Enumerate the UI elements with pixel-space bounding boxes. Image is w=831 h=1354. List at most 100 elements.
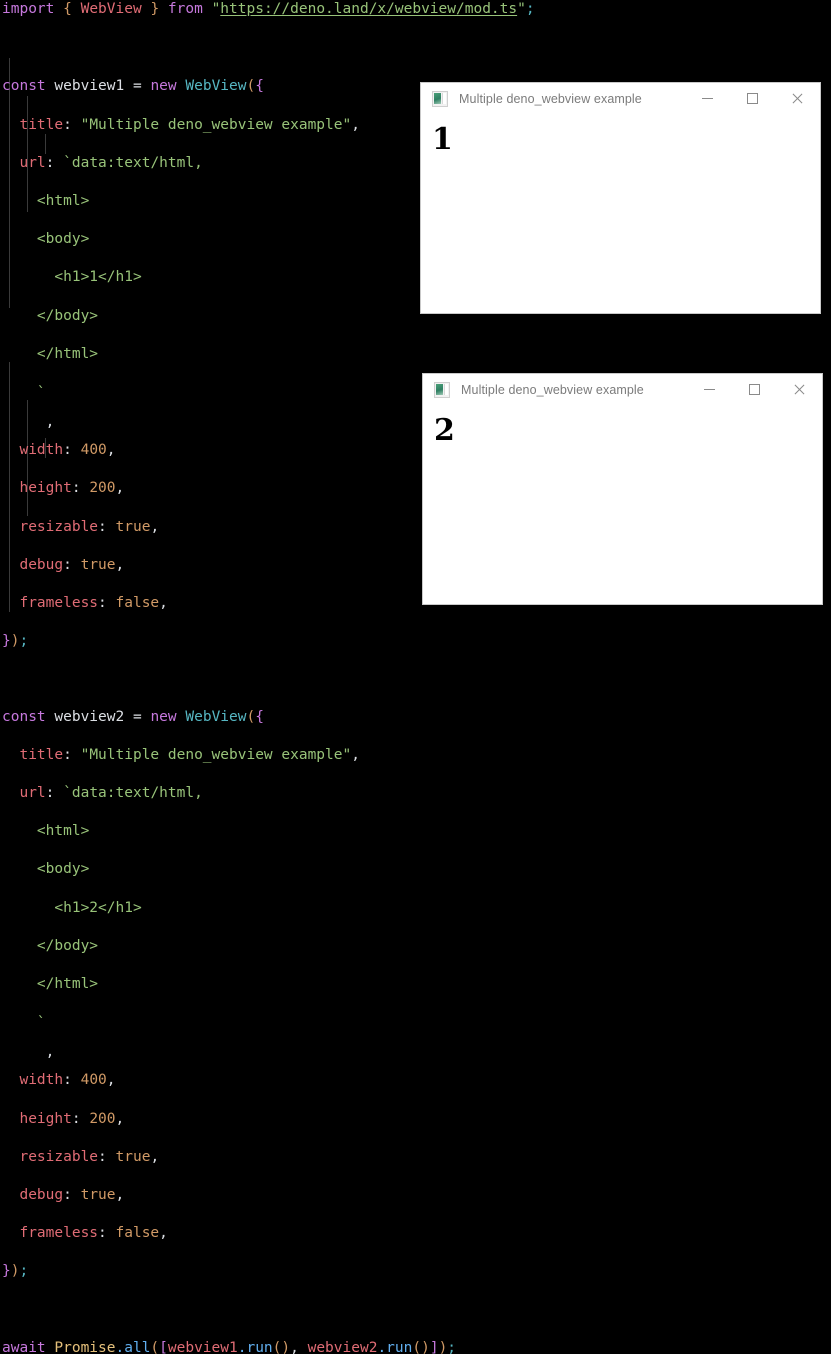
value-width: 400 (80, 442, 107, 459)
code-line-tick-comma-2: , (0, 1043, 831, 1062)
prop-url: url (19, 154, 46, 171)
colon: : (63, 556, 72, 573)
webview-window-2[interactable]: Multiple deno_webview example 2 (422, 373, 823, 605)
code-line-import: import { WebView } from "https://deno.la… (0, 0, 831, 19)
kw-await: await (2, 1339, 46, 1354)
close-button[interactable] (777, 374, 822, 405)
kw-from: from (167, 1, 203, 17)
comma: , (351, 746, 360, 763)
prop-debug: debug (19, 1187, 64, 1203)
comma: , (106, 442, 116, 459)
close-button[interactable] (775, 83, 820, 114)
template-literal-close: ` (36, 384, 46, 401)
body-tag-open: <body> (36, 231, 90, 248)
code-line-width-2: width: 400, (0, 1071, 831, 1090)
maximize-button[interactable] (732, 374, 777, 405)
prop-frameless: frameless (19, 595, 99, 611)
html-tag-open: <html> (36, 823, 90, 840)
comma: , (45, 414, 55, 431)
value-frameless: false (115, 1225, 160, 1242)
code-line-url-2: url: `data:text/html, (0, 784, 831, 803)
comma: , (159, 1225, 168, 1242)
window-titlebar[interactable]: Multiple deno_webview example (423, 374, 822, 405)
value-resizable: true (115, 518, 151, 535)
prop-width: width (19, 442, 64, 459)
comma: , (106, 1072, 116, 1089)
code-line-body-close-2: </body> (0, 937, 831, 956)
webview-content[interactable]: 1 (421, 114, 820, 313)
colon: : (45, 154, 55, 171)
maximize-icon (747, 93, 758, 104)
var-name-1: webview1 (54, 78, 125, 95)
comma: , (150, 1148, 160, 1165)
template-literal-open: `data:text/html, (63, 784, 203, 801)
quote-close: " (517, 1, 526, 17)
semicolon: ; (525, 1, 535, 17)
arg-separator: , (290, 1339, 308, 1354)
comma: , (115, 480, 125, 497)
colon: : (98, 1148, 107, 1165)
prop-height: height (19, 1110, 72, 1127)
content-heading: 1 (432, 122, 453, 157)
close-paren: ) (10, 1263, 20, 1280)
colon: : (45, 784, 55, 801)
value-width: 400 (80, 1072, 107, 1089)
obj-promise: Promise (54, 1339, 116, 1354)
minimize-icon (702, 98, 713, 99)
minimize-button[interactable] (687, 374, 732, 405)
run-parens: () (412, 1339, 430, 1354)
colon: : (63, 1072, 72, 1089)
webview-window-1[interactable]: Multiple deno_webview example 1 (420, 82, 821, 314)
class-webview: WebView (185, 78, 247, 95)
comma: , (115, 1110, 125, 1127)
value-title: "Multiple deno_webview example" (80, 116, 352, 133)
colon: : (63, 1187, 72, 1203)
semicolon: ; (19, 633, 29, 650)
comma: , (45, 1044, 55, 1061)
code-line-debug-2: debug: true, (0, 1186, 831, 1205)
code-line-height-2: height: 200, (0, 1110, 831, 1129)
body-tag-close: </body> (36, 937, 99, 954)
run-parens: () (272, 1339, 291, 1354)
prop-resizable: resizable (19, 1148, 99, 1165)
close-icon (791, 92, 804, 105)
method-all: .all (115, 1339, 151, 1354)
code-line-html-close-2: </html> (0, 975, 831, 994)
window-titlebar[interactable]: Multiple deno_webview example (421, 83, 820, 114)
imported-symbol: WebView (80, 1, 142, 17)
call-var-1: webview1 (167, 1339, 238, 1354)
window-title: Multiple deno_webview example (461, 382, 644, 397)
quote-open: " (211, 1, 221, 17)
kw-const: const (2, 78, 46, 95)
template-literal-close: ` (36, 1015, 46, 1032)
h1-element: <h1>1</h1> (54, 269, 142, 286)
colon: : (98, 1225, 107, 1242)
maximize-icon (749, 384, 760, 395)
prop-width: width (19, 1072, 64, 1089)
html-tag-close: </html> (36, 345, 99, 362)
window-controls (687, 374, 822, 405)
code-line-resizable-2: resizable: true, (0, 1148, 831, 1167)
code-line-html-close-1: </html> (0, 345, 831, 364)
h1-element: <h1>2</h1> (54, 899, 142, 916)
equals-sign: = (132, 78, 142, 95)
kw-new: new (150, 78, 177, 95)
prop-resizable: resizable (19, 518, 99, 535)
method-run: .run (237, 1339, 273, 1354)
content-heading: 2 (434, 413, 455, 448)
maximize-button[interactable] (730, 83, 775, 114)
module-url[interactable]: https://deno.land/x/webview/mod.ts (220, 1, 517, 17)
code-line-body-open-2: <body> (0, 860, 831, 879)
app-window-icon (432, 90, 448, 107)
colon: : (63, 442, 72, 459)
value-resizable: true (115, 1148, 151, 1165)
comma: , (115, 556, 125, 573)
semicolon: ; (19, 1263, 29, 1280)
html-tag-open: <html> (36, 192, 90, 209)
webview-content[interactable]: 2 (423, 405, 822, 604)
colon: : (98, 595, 107, 611)
prop-height: height (19, 480, 72, 497)
minimize-icon (704, 389, 715, 390)
minimize-button[interactable] (685, 83, 730, 114)
